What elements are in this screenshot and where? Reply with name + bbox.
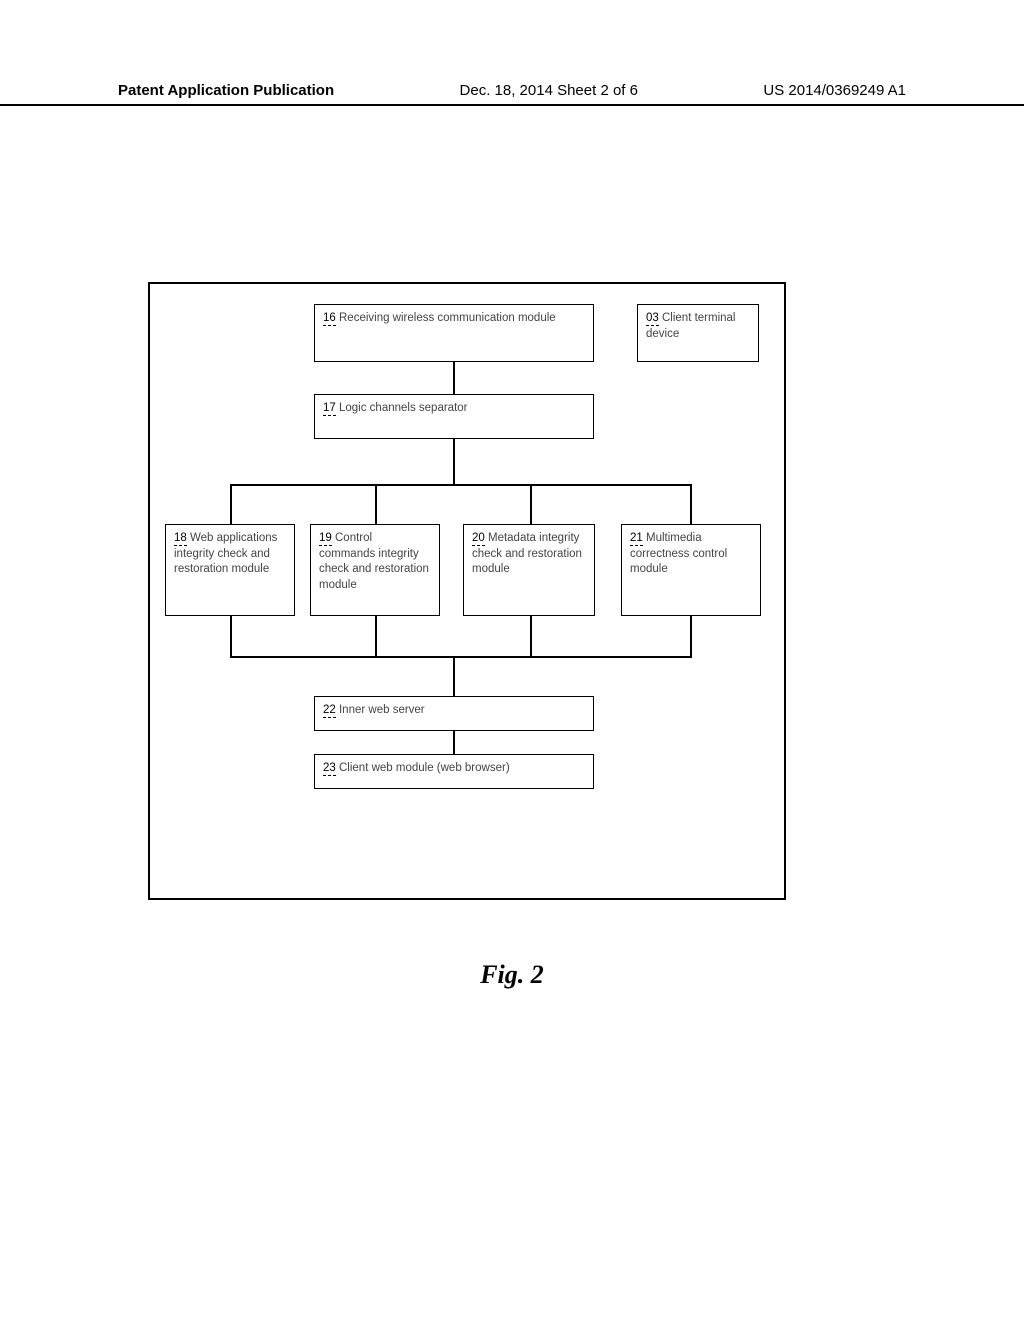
page-header: Patent Application Publication Dec. 18, … xyxy=(0,82,1024,99)
text-19: Control commands integrity check and res… xyxy=(319,532,429,591)
connector-horizontal-merge xyxy=(230,656,692,658)
ref-22: 22 xyxy=(323,704,336,718)
text-16: Receiving wireless communication module xyxy=(336,312,556,324)
ref-19: 19 xyxy=(319,532,332,546)
box-logic-channels: 17 Logic channels separator xyxy=(314,394,594,439)
text-23: Client web module (web browser) xyxy=(336,762,510,774)
header-rule xyxy=(0,104,1024,106)
connector-20-down xyxy=(530,616,532,656)
text-21: Multimedia correctness control module xyxy=(630,532,727,575)
connector-down-18 xyxy=(230,484,232,524)
box-metadata: 20 Metadata integrity check and restorat… xyxy=(463,524,595,616)
header-left: Patent Application Publication xyxy=(118,82,334,99)
connector-21-down xyxy=(690,616,692,656)
text-20: Metadata integrity check and restoration… xyxy=(472,532,582,575)
ref-03: 03 xyxy=(646,312,659,326)
connector-down-19 xyxy=(375,484,377,524)
ref-16: 16 xyxy=(323,312,336,326)
box-client-web-module: 23 Client web module (web browser) xyxy=(314,754,594,789)
connector-down-21 xyxy=(690,484,692,524)
box-receiving-wireless: 16 Receiving wireless communication modu… xyxy=(314,304,594,362)
text-18: Web applications integrity check and res… xyxy=(174,532,277,575)
connector-horizontal-split xyxy=(230,484,692,486)
box-client-terminal: 03 Client terminal device xyxy=(637,304,759,362)
diagram-container: 03 Client terminal device 16 Receiving w… xyxy=(148,282,786,900)
header-center: Dec. 18, 2014 Sheet 2 of 6 xyxy=(460,82,638,99)
box-inner-web-server: 22 Inner web server xyxy=(314,696,594,731)
connector-merge-down xyxy=(453,656,455,696)
figure-caption: Fig. 2 xyxy=(0,960,1024,990)
ref-20: 20 xyxy=(472,532,485,546)
connector-17-down xyxy=(453,439,455,484)
connector-16-17 xyxy=(453,362,455,394)
text-03: Client terminal device xyxy=(646,312,736,340)
ref-21: 21 xyxy=(630,532,643,546)
ref-18: 18 xyxy=(174,532,187,546)
box-web-apps: 18 Web applications integrity check and … xyxy=(165,524,295,616)
box-control-commands: 19 Control commands integrity check and … xyxy=(310,524,440,616)
connector-19-down xyxy=(375,616,377,656)
connector-down-20 xyxy=(530,484,532,524)
ref-23: 23 xyxy=(323,762,336,776)
box-multimedia: 21 Multimedia correctness control module xyxy=(621,524,761,616)
connector-18-down xyxy=(230,616,232,656)
connector-22-23 xyxy=(453,731,455,754)
text-22: Inner web server xyxy=(336,704,425,716)
header-right: US 2014/0369249 A1 xyxy=(763,82,906,99)
text-17: Logic channels separator xyxy=(336,402,468,414)
ref-17: 17 xyxy=(323,402,336,416)
